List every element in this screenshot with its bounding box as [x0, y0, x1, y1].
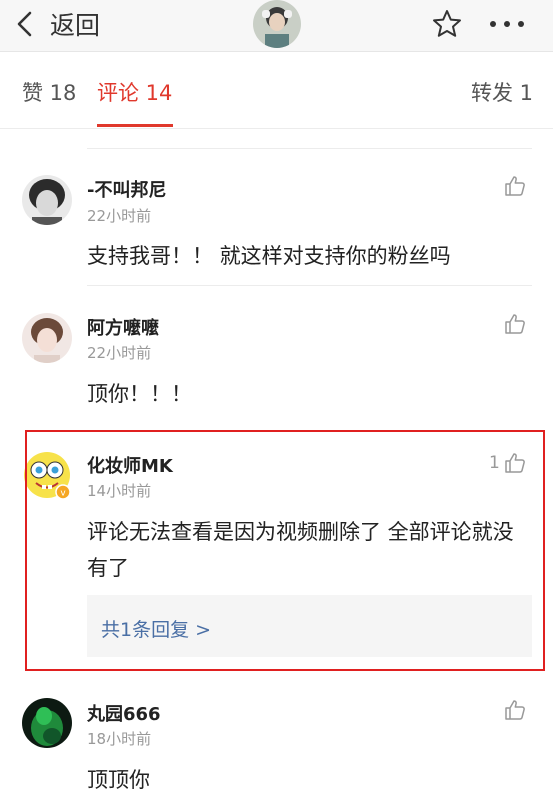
avatar[interactable] [22, 175, 72, 225]
comment-text: 顶你！！！ [87, 382, 192, 406]
divider [87, 285, 532, 286]
avatar[interactable] [22, 698, 72, 748]
chevron-left-icon [17, 11, 32, 37]
comment-time: 22小时前 [87, 344, 152, 362]
comment-text: 顶顶你 [87, 768, 150, 792]
avatar[interactable] [22, 313, 72, 363]
comment-author[interactable]: 阿方嚒嚒 [87, 314, 159, 340]
comment-author[interactable]: -不叫邦尼 [87, 176, 166, 202]
comment-time: 18小时前 [87, 730, 152, 748]
active-tab-indicator [97, 124, 173, 127]
comment-time: 22小时前 [87, 207, 152, 225]
top-nav-bar: 返回 [0, 0, 553, 52]
divider [87, 148, 532, 149]
thumbs-up-icon[interactable] [503, 174, 527, 198]
comment-text: 支持我哥！！ 就这样对支持你的粉丝吗 [87, 244, 451, 268]
tab-likes[interactable]: 赞 18 [22, 77, 76, 107]
more-icon[interactable] [487, 10, 527, 38]
back-button[interactable]: 返回 [14, 6, 100, 42]
tab-bar: 赞 18 评论 14 转发 1 [0, 53, 553, 129]
tab-comments[interactable]: 评论 14 [97, 77, 172, 107]
thumbs-up-icon[interactable] [503, 698, 527, 722]
tab-reposts[interactable]: 转发 1 [471, 77, 533, 107]
author-avatar[interactable] [253, 0, 301, 48]
comment-author[interactable]: 丸园666 [87, 700, 161, 726]
star-icon[interactable] [431, 8, 463, 40]
back-label: 返回 [50, 11, 101, 40]
highlight-box [25, 430, 545, 671]
thumbs-up-icon[interactable] [503, 312, 527, 336]
